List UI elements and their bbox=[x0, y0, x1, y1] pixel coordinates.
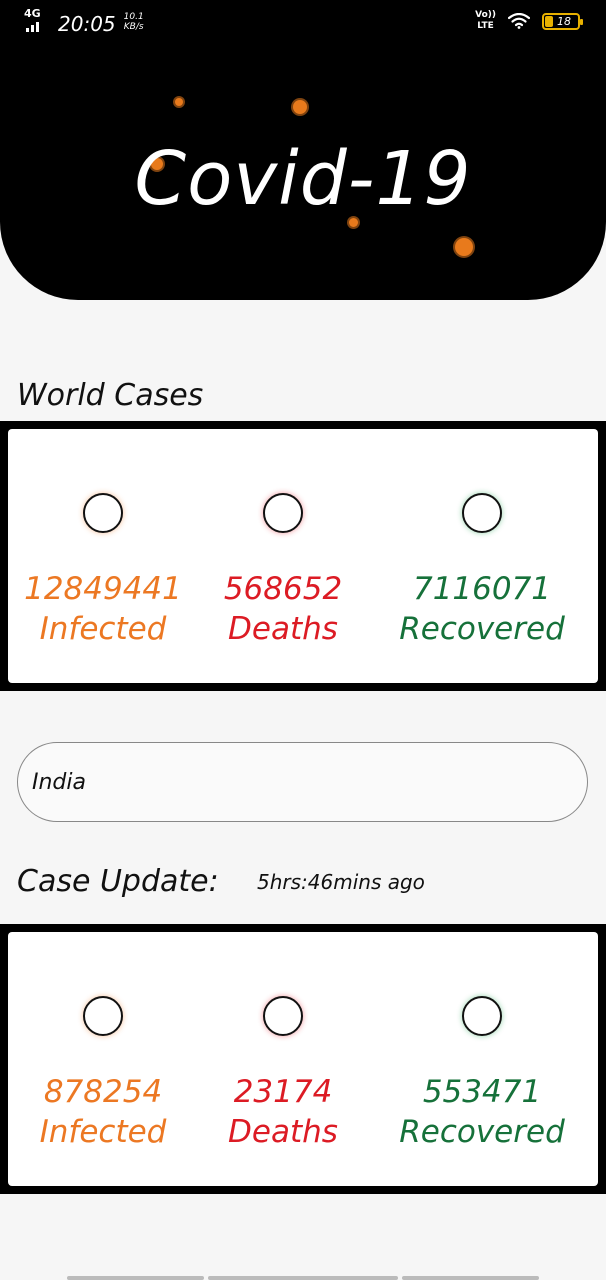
country-infected-count: 878254 bbox=[43, 1074, 163, 1110]
app-header: Covid-19 bbox=[0, 48, 606, 300]
status-bar: 4G 20:05 10.1 KB/s Vo)) LTE 18 bbox=[0, 0, 606, 48]
signal-icon: 4G bbox=[24, 8, 48, 36]
country-recovered-label: Recovered bbox=[399, 1114, 565, 1150]
world-cases-heading: World Cases bbox=[17, 378, 204, 413]
world-infected-label: Infected bbox=[39, 611, 167, 647]
country-deaths-label: Deaths bbox=[228, 1114, 338, 1150]
network-type: 4G bbox=[24, 7, 41, 20]
wifi-icon bbox=[508, 13, 530, 29]
world-recovered-stat: 7116071 Recovered bbox=[382, 493, 582, 649]
virus-icon bbox=[293, 100, 307, 114]
status-time: 20:05 bbox=[58, 12, 116, 36]
infected-indicator-icon bbox=[83, 996, 123, 1036]
recovered-indicator-icon bbox=[462, 996, 502, 1036]
battery-icon: 18 bbox=[542, 12, 583, 30]
navigation-bar[interactable] bbox=[0, 1272, 606, 1280]
network-speed: 10.1 KB/s bbox=[123, 12, 144, 32]
deaths-indicator-icon bbox=[263, 996, 303, 1036]
world-stats-card: 12849441 Infected 568652 Deaths 7116071 … bbox=[0, 421, 606, 691]
country-recovered-stat: 553471 Recovered bbox=[382, 996, 582, 1152]
country-infected-label: Infected bbox=[39, 1114, 167, 1150]
app-title: Covid-19 bbox=[134, 136, 472, 222]
world-recovered-label: Recovered bbox=[399, 611, 565, 647]
country-deaths-stat: 23174 Deaths bbox=[183, 996, 383, 1152]
country-search-input[interactable] bbox=[17, 742, 588, 822]
infected-indicator-icon bbox=[83, 493, 123, 533]
world-recovered-count: 7116071 bbox=[412, 571, 552, 607]
world-deaths-stat: 568652 Deaths bbox=[183, 493, 383, 649]
deaths-indicator-icon bbox=[263, 493, 303, 533]
virus-icon bbox=[455, 238, 473, 256]
country-recovered-count: 553471 bbox=[422, 1074, 542, 1110]
recovered-indicator-icon bbox=[462, 493, 502, 533]
world-deaths-label: Deaths bbox=[228, 611, 338, 647]
country-deaths-count: 23174 bbox=[233, 1074, 333, 1110]
battery-level: 18 bbox=[557, 14, 571, 28]
country-stats-card: 878254 Infected 23174 Deaths 553471 Reco… bbox=[0, 924, 606, 1194]
country-infected-stat: 878254 Infected bbox=[3, 996, 203, 1152]
world-infected-stat: 12849441 Infected bbox=[3, 493, 203, 649]
world-deaths-count: 568652 bbox=[223, 571, 343, 607]
volte-indicator: Vo)) LTE bbox=[475, 10, 496, 31]
case-update-heading: Case Update: bbox=[17, 864, 219, 899]
world-infected-count: 12849441 bbox=[24, 571, 182, 607]
virus-icon bbox=[175, 98, 183, 106]
last-updated-text: 5hrs:46mins ago bbox=[257, 870, 425, 894]
